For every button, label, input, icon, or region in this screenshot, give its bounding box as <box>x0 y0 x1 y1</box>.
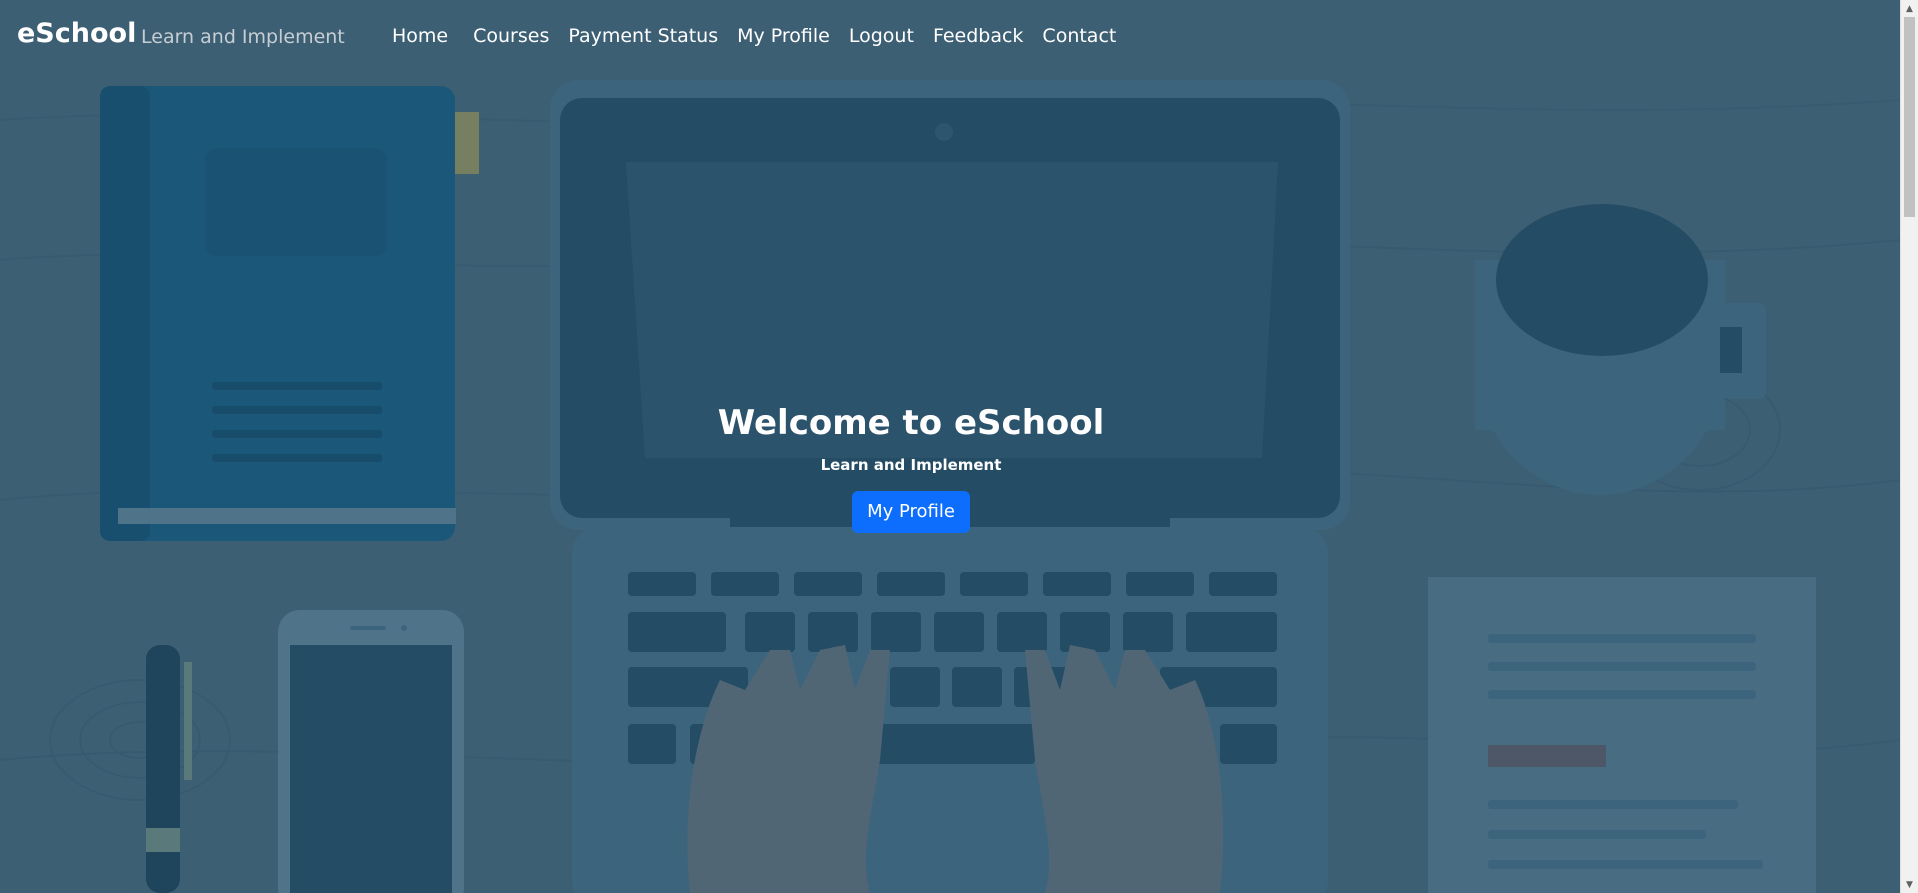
nav-item-courses[interactable]: Courses <box>473 25 549 47</box>
vertical-scrollbar[interactable]: ▲ ▼ <box>1900 0 1918 893</box>
my-profile-button[interactable]: My Profile <box>852 491 970 533</box>
triangle-down-icon[interactable]: ▼ <box>1901 876 1918 893</box>
nav-item-logout[interactable]: Logout <box>849 25 914 47</box>
nav-item-home[interactable]: Home <box>392 25 448 47</box>
scrollbar-thumb[interactable] <box>1904 17 1915 217</box>
nav-item-payment-status[interactable]: Payment Status <box>568 25 718 47</box>
brand-tagline: Learn and Implement <box>141 26 345 48</box>
top-navbar: eSchool Learn and Implement Home Courses… <box>0 0 1900 74</box>
nav-menu: Home Courses Payment Status My Profile L… <box>392 25 1135 47</box>
triangle-up-icon[interactable]: ▲ <box>1901 0 1918 17</box>
nav-item-my-profile[interactable]: My Profile <box>737 25 830 47</box>
hero-section: eSchool Learn and Implement Home Courses… <box>0 0 1900 893</box>
hero-subtitle: Learn and Implement <box>820 456 1002 474</box>
hero-content: Welcome to eSchool Learn and Implement M… <box>0 400 1822 533</box>
hero-title: Welcome to eSchool <box>717 403 1105 443</box>
nav-item-feedback[interactable]: Feedback <box>933 25 1023 47</box>
brand-logo[interactable]: eSchool <box>17 18 136 49</box>
nav-item-contact[interactable]: Contact <box>1042 25 1116 47</box>
